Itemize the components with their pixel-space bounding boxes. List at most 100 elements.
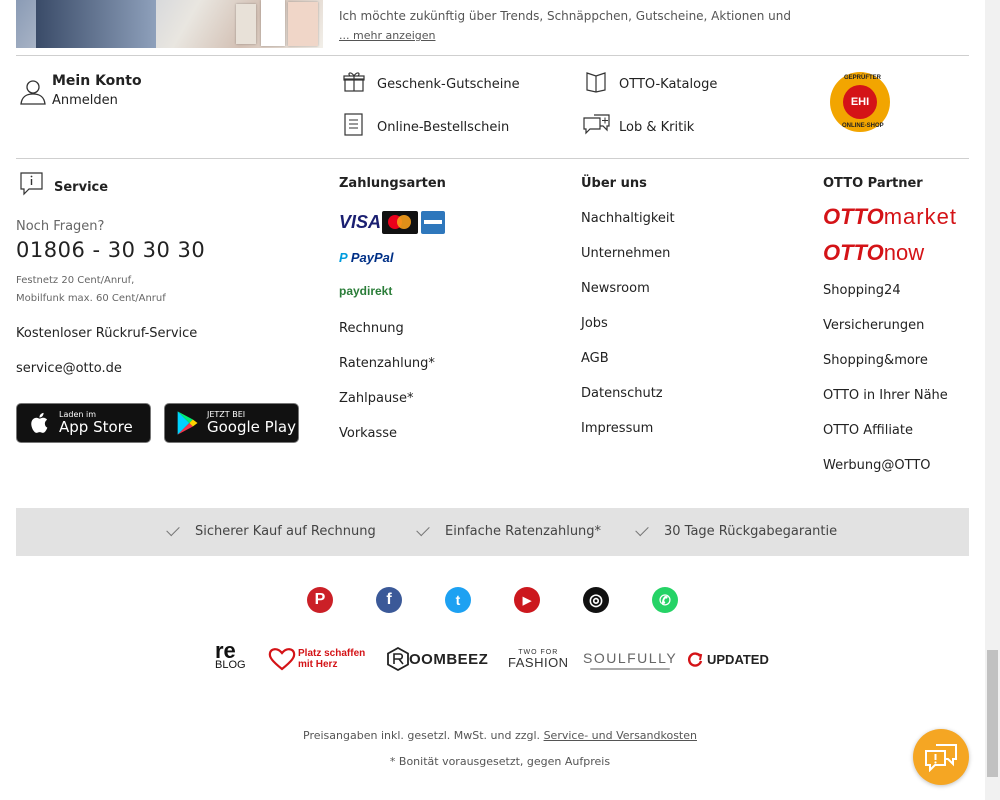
service-email-link[interactable]: service@otto.de [16,361,122,376]
promo-photo [36,0,156,48]
otto-now-otto: OTTO [823,240,884,265]
divider [16,55,969,56]
payment-link[interactable]: Zahlpause* [339,391,413,406]
reblog-blog: BLOG [215,659,246,671]
benefit-item: Einfache Ratenzahlung* [416,522,602,539]
paypal-label: PayPal [350,250,394,265]
gift-vouchers-link[interactable]: Geschenk-Gutscheine [377,77,520,92]
benefit-label: 30 Tage Rückgabegarantie [664,524,838,539]
payment-link[interactable]: Vorkasse [339,426,397,441]
about-link[interactable]: Newsroom [581,281,650,296]
info-chat-icon [20,172,43,196]
landline-fee: Festnetz 20 Cent/Anruf, [16,275,135,286]
about-link[interactable]: Unternehmen [581,246,670,261]
chat-button[interactable] [913,729,969,785]
paydirekt-logo: paydirekt [339,284,393,298]
benefit-label: Einfache Ratenzahlung* [445,524,602,539]
shipping-costs-link[interactable]: Service- und Versandkosten [544,729,697,742]
check-icon [166,522,180,537]
refresh-icon [688,652,703,667]
promo-card [236,4,256,44]
show-more-link[interactable]: ... mehr anzeigen [339,29,436,42]
youtube-icon[interactable]: ▶ [514,587,540,613]
questions-label: Noch Fragen? [16,219,105,234]
service-title: Service [54,180,109,195]
amex-logo [421,211,445,234]
check-icon [635,522,649,537]
otto-catalogs-link[interactable]: OTTO-Kataloge [619,77,717,92]
google-play-big: Google Play [207,418,296,436]
otto-market-market: market [883,204,957,229]
benefit-item: Sicherer Kauf auf Rechnung [166,522,376,539]
benefit-label: Sicherer Kauf auf Rechnung [195,524,376,539]
facebook-icon[interactable]: f [376,587,402,613]
newsletter-consent-text: Ich möchte zukünftig über Trends, Schnäp… [339,9,791,23]
otto-market-otto: OTTO [823,204,884,229]
newsletter-promo-image [16,0,323,48]
callback-service-link[interactable]: Kostenloser Rückruf-Service [16,326,197,341]
reblog-re: re [215,638,236,663]
updated-text: UPDATED [707,651,769,667]
otto-now-now: now [883,240,925,265]
otto-market-logo[interactable]: OTTOmarket [823,204,957,230]
pinterest-icon[interactable]: P [307,587,333,613]
instagram-icon[interactable]: ◎ [583,587,609,613]
ehi-seal[interactable]: GEPRÜFTER EHI ONLINE-SHOP [830,72,890,132]
my-account-title[interactable]: Mein Konto [52,73,142,89]
promo-card [288,2,318,46]
scrollbar-thumb[interactable] [987,650,998,777]
partner-link[interactable]: OTTO in Ihrer Nähe [823,388,948,403]
order-form-link[interactable]: Online-Bestellschein [377,120,509,135]
about-link[interactable]: Jobs [581,316,608,331]
soulfully-underline [590,668,670,670]
google-play-icon [177,411,198,435]
partner-link[interactable]: Shopping24 [823,283,901,298]
two-for-fashion-logo[interactable]: TWO FOR FASHION [508,648,569,669]
roombeez-logo[interactable]: OOMBEEZ [387,647,488,671]
mastercard-logo [382,211,418,234]
payment-methods-title: Zahlungsarten [339,176,446,191]
google-play-button[interactable]: JETZT BEI Google Play [164,403,299,443]
divider [16,158,969,159]
about-link[interactable]: Nachhaltigkeit [581,211,675,226]
heart-icon [268,648,296,671]
reblog-logo[interactable]: re BLOG [215,638,246,673]
twitter-icon[interactable]: t [445,587,471,613]
payment-link[interactable]: Rechnung [339,321,404,336]
about-link[interactable]: Impressum [581,421,653,436]
partner-link[interactable]: Shopping&more [823,353,928,368]
login-link[interactable]: Anmelden [52,93,118,108]
otto-now-logo[interactable]: OTTOnow [823,240,924,266]
platz-schaffen-logo[interactable]: Platz schaffen mit Herz [268,647,376,671]
service-phone[interactable]: 01806 - 30 30 30 [16,238,205,262]
partner-link[interactable]: OTTO Affiliate [823,423,913,438]
chat-icon [925,744,957,772]
ehi-seal-top: GEPRÜFTER [844,75,882,81]
praise-criticism-link[interactable]: Lob & Kritik [619,120,694,135]
ehi-seal-bottom: ONLINE-SHOP [842,123,884,129]
partner-link[interactable]: Versicherungen [823,318,924,333]
platz-schaffen-text: Platz schaffen mit Herz [298,648,366,670]
catalog-icon [586,72,606,93]
whatsapp-icon[interactable]: ✆ [652,587,678,613]
roombeez-text: OOMBEEZ [409,650,489,668]
ehi-seal-center: EHI [843,85,877,119]
otto-partner-title: OTTO Partner [823,176,923,191]
roombeez-icon [387,647,409,671]
partner-link[interactable]: Werbung@OTTO [823,458,931,473]
app-store-button[interactable]: Laden im App Store [16,403,151,443]
promo-card [261,0,285,46]
credit-note: * Bonität vorausgesetzt, gegen Aufpreis [389,755,611,768]
about-link[interactable]: Datenschutz [581,386,663,401]
about-us-title: Über uns [581,176,647,191]
apple-icon [31,412,48,433]
app-store-big: App Store [59,418,133,436]
paypal-logo: P PayPal [339,250,394,265]
user-icon [20,80,46,105]
soulfully-logo[interactable]: SOULFULLY [583,650,677,666]
payment-link[interactable]: Ratenzahlung* [339,356,435,371]
price-info: Preisangaben inkl. gesetzl. MwSt. und zz… [0,729,1000,742]
updated-logo[interactable]: UPDATED [686,651,769,667]
about-link[interactable]: AGB [581,351,609,366]
price-info-text: Preisangaben inkl. gesetzl. MwSt. und zz… [303,729,541,742]
